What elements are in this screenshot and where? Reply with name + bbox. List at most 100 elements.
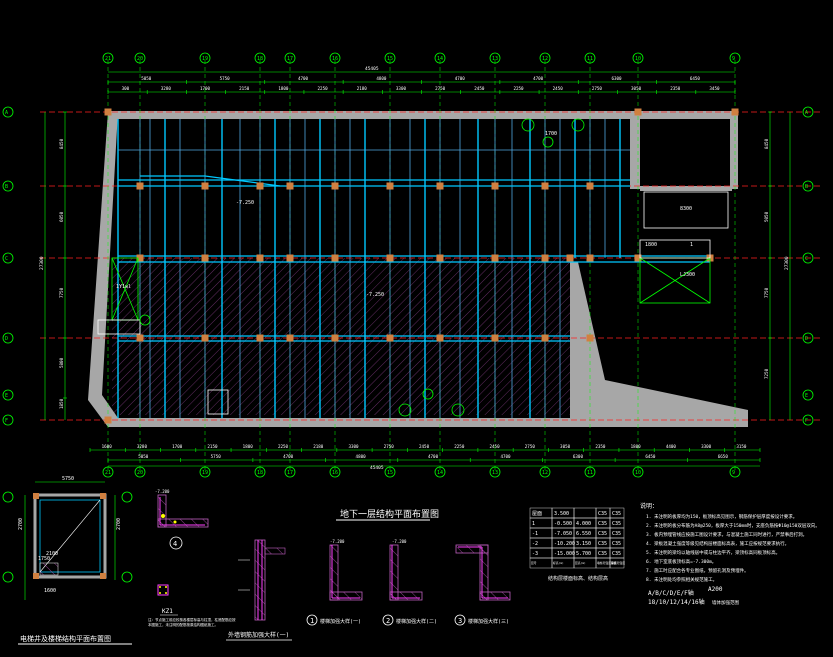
axis-label-bottom-10: 11 [587,470,593,476]
kz1-detail: KZ1 注：节点施工前应校核各楼层标高与柱顶，柱底配筋应按本图施工，未注明的配筋… [148,584,236,627]
bottom-dim-row1-text-10: 2250 [454,444,465,449]
bottom-dim-row1-text-2: 1700 [172,444,183,449]
label-lj300: LJ300 [680,272,695,278]
elev-plan-dim-2100: 2100 [46,551,58,557]
detail-4-elev: -7.200 [155,489,170,494]
table-text-3-0: -2 [532,541,538,547]
stair-detail-1: -7.200 1 楼梯加强大样(一) [306,539,363,626]
bottom-dim-row1-text-9: 2450 [419,444,430,449]
axis-label-right-3: D [805,336,808,342]
table-text-2-1: -7.050 [554,531,572,537]
bottom-dim-row2-text-6: 6300 [573,454,584,459]
stair-3-number: 3 [458,617,462,625]
top-dim-row2-text-10: 2250 [513,86,524,91]
bottom-dim-row1-text-18: 3150 [736,444,747,449]
axis-label-right-5: F [805,418,808,424]
bottom-dim-row2-text-2: 4700 [283,454,294,459]
column-14 [331,254,339,262]
notes-title: 说明： [640,502,658,510]
top-dim-row2-text-5: 2250 [318,86,329,91]
axis-label-top-9: 12 [542,56,548,62]
axis-suffix: 墙体加强范围 [712,599,739,606]
note-item-0: 1. 未注明的板厚均为150，板顶标高见图示，钢筋保护层厚度按设计要求。 [646,513,797,520]
column-25 [386,334,394,342]
stair-1-number: 1 [310,617,314,625]
top-dim-row1-text-0: 5050 [141,76,152,81]
axis-label-top-12: 9 [732,56,735,62]
bottom-dim-row2-text-7: 6450 [645,454,656,459]
elev-plan-dim-right: 2700 [116,518,122,530]
top-dim-row2-text-7: 3300 [396,86,407,91]
table-text-1-4: C35 [612,521,621,527]
bottom-dim-row1-text-7: 3300 [348,444,359,449]
bottom-dim-row2-text-8: 6650 [718,454,729,459]
axis-label-top-10: 11 [587,56,593,62]
table-footer-text-0: 层号 [531,561,537,565]
column-9 [586,182,594,190]
column-20 [136,334,144,342]
bottom-dim-row1-text-13: 3050 [560,444,571,449]
axis-label-right-1: B [805,184,808,190]
table-footer-text-2: 层高(m) [575,561,586,565]
note-item-3: 4. 梁板混凝土强度等级见结构层楼面标高表，施工应按规范要求执行。 [646,540,789,547]
cad-drawing-canvas: 45405 5050 5750 4700 4800 4700 4700 6300 6450 300… [0,0,833,653]
bottom-dim-row1-text-3: 2150 [207,444,218,449]
table-text-4-1: -15.000 [554,551,575,557]
bottom-dim-row2-text-1: 5750 [211,454,222,459]
top-dim-row2-text-1: 3280 [161,86,172,91]
right-dims-text-0: 8450 [764,138,769,149]
stair-detail-2: -7.200 2 楼梯加强大样(二) [382,539,437,626]
top-total-dim: 45405 [365,66,379,72]
bottom-dim-row1-text-4: 1800 [243,444,254,449]
axis-label-top-5: 16 [332,56,338,62]
notes-block: 说明： 1. 未注明的板厚均为150，板顶标高见图示，钢筋保护层厚度按设计要求。 2… [640,502,820,606]
column-2 [256,182,264,190]
axis-label-bottom-2: 19 [202,470,208,476]
axis-label-top-11: 10 [635,56,641,62]
left-dims-text-0: 8450 [59,138,64,149]
axis-note-2: A200 [708,586,723,593]
column-29 [586,334,594,342]
bottom-dim-row1-text-12: 2750 [525,444,536,449]
stair-2-elev: -7.200 [392,539,407,544]
wall-detail-title: 外墙钢筋加强大样(一) [228,631,289,639]
axis-label-top-4: 17 [287,56,293,62]
bottom-dim-row1-text-1: 3280 [137,444,148,449]
table-text-0-4: C35 [612,511,621,517]
bottom-dim-row1-text-14: 2350 [595,444,606,449]
top-dim-row2-text-4: 1800 [278,86,289,91]
top-dim-row2-text-3: 2150 [239,86,250,91]
stair-2-number: 2 [386,617,390,625]
level-table: 屋面 3.500 C35 C35 1 -0.500 4.000 C35 C35 -1 -7.050 6… [529,507,625,582]
axis-label-right-2: C [805,256,808,262]
column-16 [436,254,444,262]
stair-2-title: 楼梯加强大样(二) [396,618,437,625]
column-32 [731,108,739,116]
table-text-1-0: 1 [532,521,535,527]
elev-plan-dim-1600: 1600 [44,588,56,594]
right-dims-text-3: 7250 [764,368,769,379]
column-30 [104,108,112,116]
dim-label-8300: 8300 [680,206,692,212]
axis-label-left-1: B [5,184,8,190]
stair-detail-3: 3 楼梯加强大样(三) [454,544,511,626]
stair-1-title: 楼梯加强大样(一) [320,618,361,625]
axis-label-bottom-6: 15 [387,470,393,476]
left-dims-text-2: 7750 [59,287,64,298]
right-total-dim: 27300 [784,256,790,270]
bottom-dim-row1-text-11: 2450 [490,444,501,449]
axis-label-bottom-8: 13 [492,470,498,476]
table-text-3-4: C35 [612,541,621,547]
kz1-note: 注：节点施工前应校核各楼层标高与柱顶，柱底配筋应按本图施工，未注明的配筋按原结构… [148,618,236,627]
column-34 [566,254,574,262]
top-dim-row2-text-2: 1700 [200,86,211,91]
axis-label-top-1: 20 [137,56,143,62]
top-dim-row2-text-12: 2750 [592,86,603,91]
axis-label-right-4: E [805,393,808,399]
axis-label-bottom-12: 9 [732,470,735,476]
column-21 [201,334,209,342]
structural-plan-svg: 45405 5050 5750 4700 4800 4700 4700 6300 6450 300… [2,52,820,645]
axis-label-top-3: 18 [257,56,263,62]
axis-note: A/B/C/D/E/F轴 [648,589,694,597]
table-cell-0-2 [573,507,597,519]
